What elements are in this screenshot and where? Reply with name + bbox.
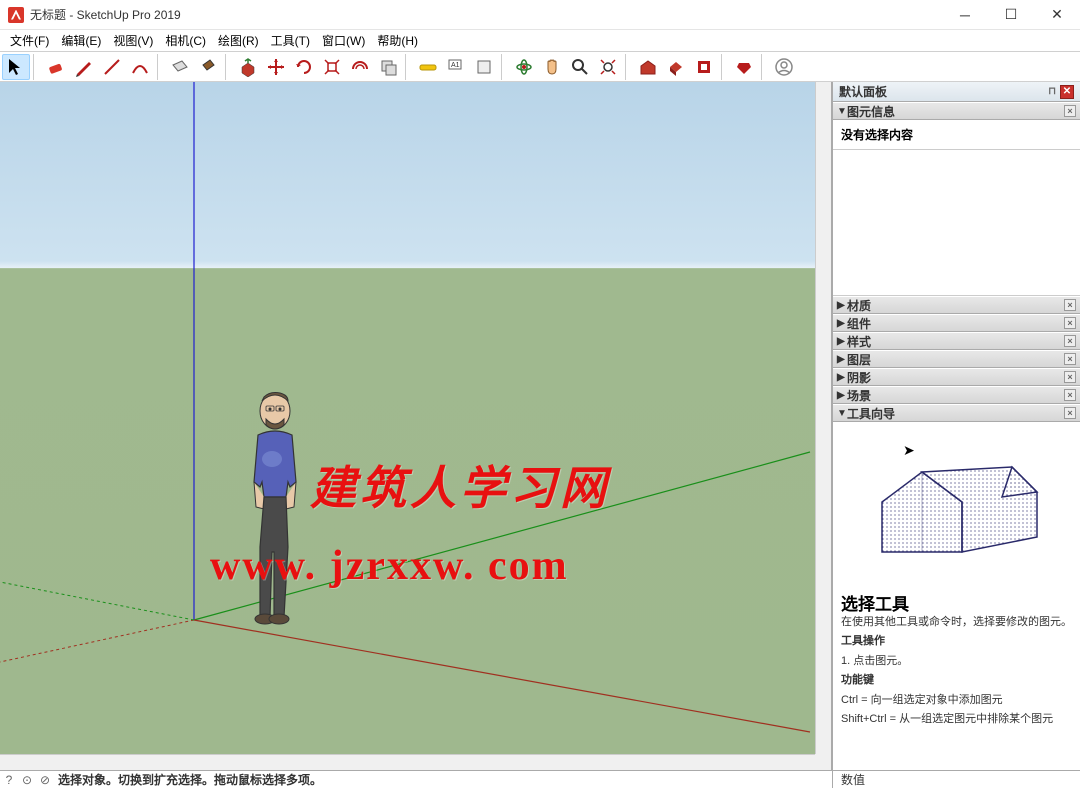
svg-text:A1: A1 (451, 62, 460, 69)
instructor-op-title: 工具操作 (841, 635, 885, 647)
menu-draw[interactable]: 绘图(R) (212, 30, 265, 51)
scrollbar-vertical[interactable] (815, 82, 831, 754)
select-tool-button[interactable] (2, 54, 30, 80)
default-tray: 默认面板 ⊓ ✕ ▼图元信息× 没有选择内容 ▶材质× ▶组件× ▶样式× ▶图… (832, 82, 1080, 770)
extension-tool-button[interactable] (662, 54, 690, 80)
tray-title-bar[interactable]: 默认面板 ⊓ ✕ (833, 82, 1080, 102)
model-canvas[interactable]: 建筑人学习网 www. jzrxxw. com (0, 82, 832, 770)
layers-tool-button[interactable] (690, 54, 718, 80)
instructor-body: ➤ 选择工具 在使用其他工具或命令时，选择要修改的图元。 工具操作 1. 点击图… (833, 422, 1080, 770)
follow-me-tool-button[interactable] (374, 54, 402, 80)
watermark-text-2: www. jzrxxw. com (210, 542, 569, 590)
move-tool-button[interactable] (262, 54, 290, 80)
titlebar: 无标题 - SketchUp Pro 2019 ─ ☐ ✕ (0, 0, 1080, 30)
rotate-tool-button[interactable] (290, 54, 318, 80)
menubar: 文件(F) 编辑(E) 视图(V) 相机(C) 绘图(R) 工具(T) 窗口(W… (0, 30, 1080, 52)
menu-edit[interactable]: 编辑(E) (55, 30, 107, 51)
menu-window[interactable]: 窗口(W) (316, 30, 371, 51)
tape-measure-tool-button[interactable] (414, 54, 442, 80)
scenes-header[interactable]: ▶场景× (833, 386, 1080, 404)
paint-bucket-tool-button[interactable] (194, 54, 222, 80)
materials-header[interactable]: ▶材质× (833, 296, 1080, 314)
minimize-button[interactable]: ─ (942, 0, 988, 30)
text-tool-button[interactable]: A1 (442, 54, 470, 80)
section-close-icon[interactable]: × (1064, 105, 1076, 117)
status-person-icon[interactable]: ⊘ (36, 773, 54, 787)
arc-tool-button[interactable] (126, 54, 154, 80)
scale-tool-button[interactable] (318, 54, 346, 80)
instructor-illustration (862, 442, 1052, 572)
scrollbar-horizontal[interactable] (0, 754, 815, 770)
instructor-header[interactable]: ▼工具向导× (833, 404, 1080, 422)
toolbar: A1 (0, 52, 1080, 82)
axis-red (194, 620, 810, 732)
close-button[interactable]: ✕ (1034, 0, 1080, 30)
entity-info-header[interactable]: ▼图元信息× (833, 102, 1080, 120)
offset-tool-button[interactable] (346, 54, 374, 80)
app-icon (8, 7, 24, 23)
user-account-button[interactable] (770, 54, 798, 80)
pan-tool-button[interactable] (538, 54, 566, 80)
scroll-corner (815, 754, 831, 770)
status-geo-icon[interactable]: ⊙ (18, 773, 36, 787)
eraser-tool-button[interactable] (42, 54, 70, 80)
menu-file[interactable]: 文件(F) (4, 30, 55, 51)
menu-view[interactable]: 视图(V) (107, 30, 159, 51)
watermark-text-1: 建筑人学习网 (310, 452, 610, 518)
instructor-cursor-icon: ➤ (903, 442, 915, 459)
menu-camera[interactable]: 相机(C) (159, 30, 212, 51)
instructor-keys-shift: Shift+Ctrl = 从一组选定图元中排除某个图元 (841, 712, 1072, 727)
instructor-tool-title: 选择工具 (841, 590, 1072, 615)
axis-red-neg (0, 620, 194, 662)
dimension-tool-button[interactable] (470, 54, 498, 80)
window-title: 无标题 - SketchUp Pro 2019 (30, 6, 942, 23)
warehouse-tool-button[interactable] (634, 54, 662, 80)
maximize-button[interactable]: ☐ (988, 0, 1034, 30)
rectangle-tool-button[interactable] (166, 54, 194, 80)
instructor-keys-title: 功能键 (841, 674, 874, 686)
scale-figure[interactable] (230, 387, 320, 627)
components-header[interactable]: ▶组件× (833, 314, 1080, 332)
workspace: 建筑人学习网 www. jzrxxw. com 默认面板 ⊓ ✕ ▼图元信息× … (0, 82, 1080, 770)
status-hint: 选择对象。切换到扩充选择。拖动鼠标选择多项。 (54, 771, 832, 788)
measurements-label: 数值 (832, 771, 1080, 788)
instructor-op-item: 1. 点击图元。 (841, 654, 1072, 669)
entity-info-text: 没有选择内容 (841, 128, 913, 142)
push-pull-tool-button[interactable] (234, 54, 262, 80)
entity-info-body: 没有选择内容 (833, 120, 1080, 150)
line-tool-button[interactable] (98, 54, 126, 80)
tray-title: 默认面板 (839, 83, 887, 100)
statusbar: ? ⊙ ⊘ 选择对象。切换到扩充选择。拖动鼠标选择多项。 数值 (0, 770, 1080, 788)
zoom-tool-button[interactable] (566, 54, 594, 80)
ruby-tool-button[interactable] (730, 54, 758, 80)
menu-tools[interactable]: 工具(T) (265, 30, 316, 51)
instructor-keys-ctrl: Ctrl = 向一组选定对象中添加图元 (841, 693, 1072, 708)
menu-help[interactable]: 帮助(H) (371, 30, 424, 51)
styles-header[interactable]: ▶样式× (833, 332, 1080, 350)
shadows-header[interactable]: ▶阴影× (833, 368, 1080, 386)
layers-header[interactable]: ▶图层× (833, 350, 1080, 368)
pin-icon[interactable]: ⊓ (1048, 86, 1056, 97)
entity-info-label: 图元信息 (847, 103, 895, 120)
axis-green-neg (0, 582, 194, 620)
instructor-tool-desc: 在使用其他工具或命令时，选择要修改的图元。 (841, 615, 1072, 630)
status-help-icon[interactable]: ? (0, 773, 18, 787)
orbit-tool-button[interactable] (510, 54, 538, 80)
zoom-extents-tool-button[interactable] (594, 54, 622, 80)
tray-close-icon[interactable]: ✕ (1060, 85, 1074, 99)
pencil-tool-button[interactable] (70, 54, 98, 80)
